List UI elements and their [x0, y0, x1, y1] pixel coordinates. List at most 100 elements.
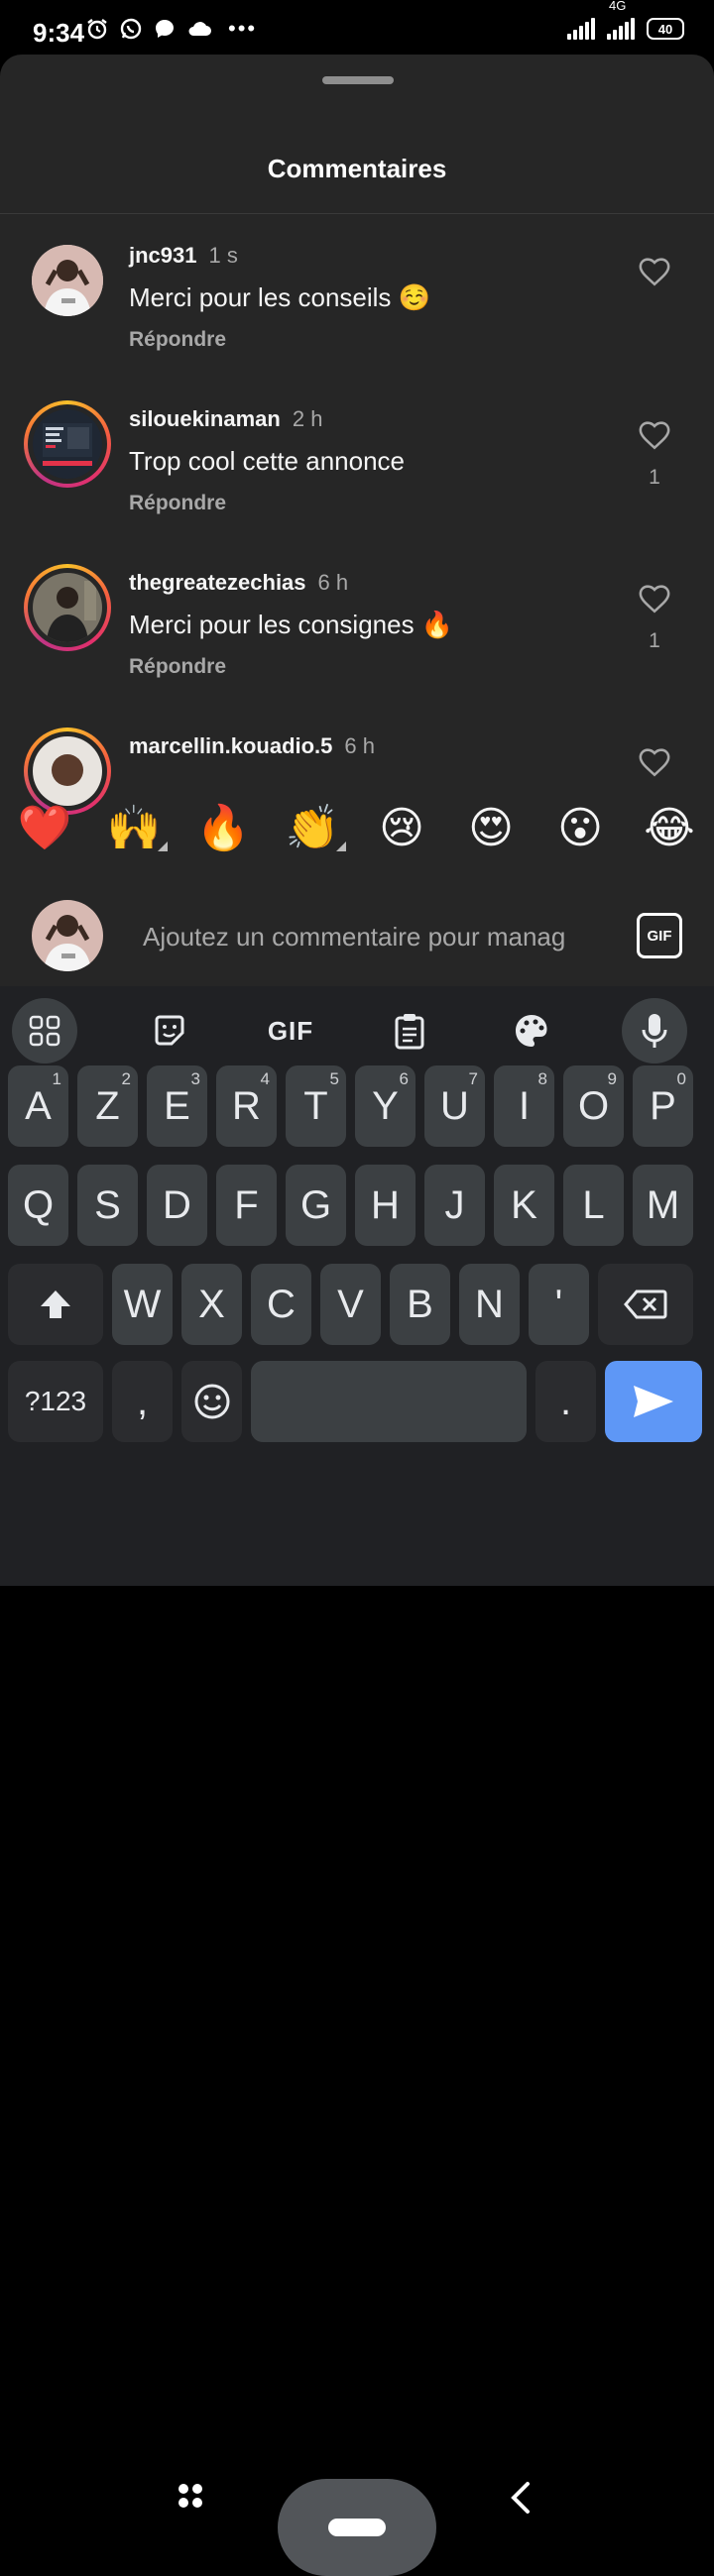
emoji-surprised[interactable]: 😮	[550, 803, 610, 853]
emoji-laughing[interactable]: 😂	[640, 803, 699, 853]
key-label: E	[164, 1083, 190, 1128]
comment-username[interactable]: silouekinaman 2 h	[129, 406, 322, 432]
key-u[interactable]: U7	[424, 1065, 485, 1147]
emoji-heart[interactable]: ❤️	[15, 802, 74, 853]
key-s[interactable]: S	[77, 1165, 138, 1246]
key-k[interactable]: K	[494, 1165, 554, 1246]
avatar-photo	[33, 409, 102, 479]
like-heart-icon[interactable]	[638, 418, 671, 452]
comment-time: 6 h	[317, 570, 349, 595]
reply-button[interactable]: Répondre	[129, 328, 226, 352]
comment-input[interactable]: Ajoutez un commentaire pour manag	[143, 922, 604, 952]
key-z[interactable]: Z2	[77, 1065, 138, 1147]
emoji-glyph: 👏	[285, 804, 340, 852]
comment-list[interactable]: jnc931 1 s Merci pour les conseils ☺️ Rép…	[0, 213, 714, 834]
backspace-key[interactable]	[598, 1264, 693, 1345]
username-text[interactable]: silouekinaman	[129, 406, 281, 431]
comment-username[interactable]: jnc931 1 s	[129, 243, 238, 269]
key-hint: 7	[468, 1069, 478, 1088]
like-heart-icon[interactable]	[638, 745, 671, 779]
navigation-bar	[0, 2443, 714, 2576]
comment-username[interactable]: marcellin.kouadio.5 6 h	[129, 733, 375, 759]
comment-time: 6 h	[344, 733, 375, 758]
period-key[interactable]: .	[536, 1361, 596, 1442]
avatar-story-ring[interactable]	[24, 400, 111, 488]
reply-button[interactable]: Répondre	[129, 492, 226, 515]
key-w[interactable]: W	[112, 1264, 173, 1345]
key-j[interactable]: J	[424, 1165, 485, 1246]
key-r[interactable]: R4	[216, 1065, 277, 1147]
sticker-button[interactable]	[137, 998, 202, 1064]
username-text[interactable]: marcellin.kouadio.5	[129, 733, 332, 758]
comma-key[interactable]: ,	[112, 1361, 173, 1442]
like-count[interactable]: 1	[635, 629, 674, 653]
key-q[interactable]: Q	[8, 1165, 68, 1246]
emoji-heart-eyes[interactable]: 😍	[461, 803, 521, 853]
key-y[interactable]: Y6	[355, 1065, 416, 1147]
home-button[interactable]	[278, 2479, 436, 2576]
key-t[interactable]: T5	[286, 1065, 346, 1147]
apps-grid-button[interactable]	[12, 998, 77, 1064]
space-key[interactable]	[251, 1361, 527, 1442]
gif-keyboard-button[interactable]: GIF	[258, 998, 323, 1064]
send-key[interactable]	[605, 1361, 702, 1442]
shift-key[interactable]	[8, 1264, 103, 1345]
like-heart-icon[interactable]	[638, 582, 671, 616]
send-icon	[634, 1386, 673, 1417]
key-f[interactable]: F	[216, 1165, 277, 1246]
key-l[interactable]: L	[563, 1165, 624, 1246]
sticker-icon	[155, 1015, 184, 1046]
comment-text: Merci pour les consignes 🔥	[129, 610, 454, 639]
like-heart-icon[interactable]	[638, 255, 671, 288]
emoji-clapping[interactable]: 👏	[283, 802, 346, 853]
emoji-crying[interactable]: 😢	[372, 803, 431, 853]
avatar-story-ring[interactable]	[24, 564, 111, 651]
key-label: U	[440, 1083, 469, 1128]
key-i[interactable]: I8	[494, 1065, 554, 1147]
emoji-fire[interactable]: 🔥	[193, 802, 253, 853]
reply-button[interactable]: Répondre	[129, 655, 226, 679]
key-g[interactable]: G	[286, 1165, 346, 1246]
more-notifications-icon: •••	[228, 16, 258, 41]
key-hint: 6	[399, 1069, 409, 1088]
backspace-icon	[624, 1289, 667, 1319]
messenger-icon	[156, 20, 174, 38]
drag-handle[interactable]	[322, 76, 394, 84]
avatar[interactable]	[32, 245, 103, 316]
key-label: P	[650, 1083, 676, 1128]
theme-button[interactable]	[499, 998, 564, 1064]
alarm-icon	[87, 19, 107, 40]
key-c[interactable]: C	[251, 1264, 311, 1345]
username-text[interactable]: jnc931	[129, 243, 197, 268]
clipboard-button[interactable]	[377, 998, 442, 1064]
key-b[interactable]: B	[390, 1264, 450, 1345]
key-v[interactable]: V	[320, 1264, 381, 1345]
voice-input-button[interactable]	[622, 998, 687, 1064]
key-apostrophe[interactable]: '	[529, 1264, 589, 1345]
key-label: Y	[372, 1083, 399, 1128]
emoji-key[interactable]	[181, 1361, 242, 1442]
key-e[interactable]: E3	[147, 1065, 207, 1147]
emoji-raising-hands[interactable]: 🙌	[104, 802, 168, 853]
key-a[interactable]: A1	[8, 1065, 68, 1147]
key-x[interactable]: X	[181, 1264, 242, 1345]
username-text[interactable]: thegreatezechias	[129, 570, 306, 595]
key-n[interactable]: N	[459, 1264, 520, 1345]
symbols-key[interactable]: ?123	[8, 1361, 103, 1442]
status-bar: 9:34 ••• 4G 40	[0, 0, 714, 61]
back-icon[interactable]	[508, 2481, 534, 2515]
key-h[interactable]: H	[355, 1165, 416, 1246]
like-count[interactable]: 1	[635, 466, 674, 490]
network-label: 4G	[609, 0, 627, 13]
key-label: I	[518, 1083, 531, 1128]
key-o[interactable]: O9	[563, 1065, 624, 1147]
key-m[interactable]: M	[633, 1165, 693, 1246]
status-notification-icons: •••	[85, 16, 257, 42]
gif-button[interactable]: GIF	[637, 913, 682, 958]
key-hint: 8	[537, 1069, 547, 1088]
key-d[interactable]: D	[147, 1165, 207, 1246]
home-pill-icon	[328, 2519, 386, 2536]
comment-username[interactable]: thegreatezechias 6 h	[129, 570, 348, 596]
recent-apps-icon[interactable]	[176, 2481, 205, 2511]
key-p[interactable]: P0	[633, 1065, 693, 1147]
